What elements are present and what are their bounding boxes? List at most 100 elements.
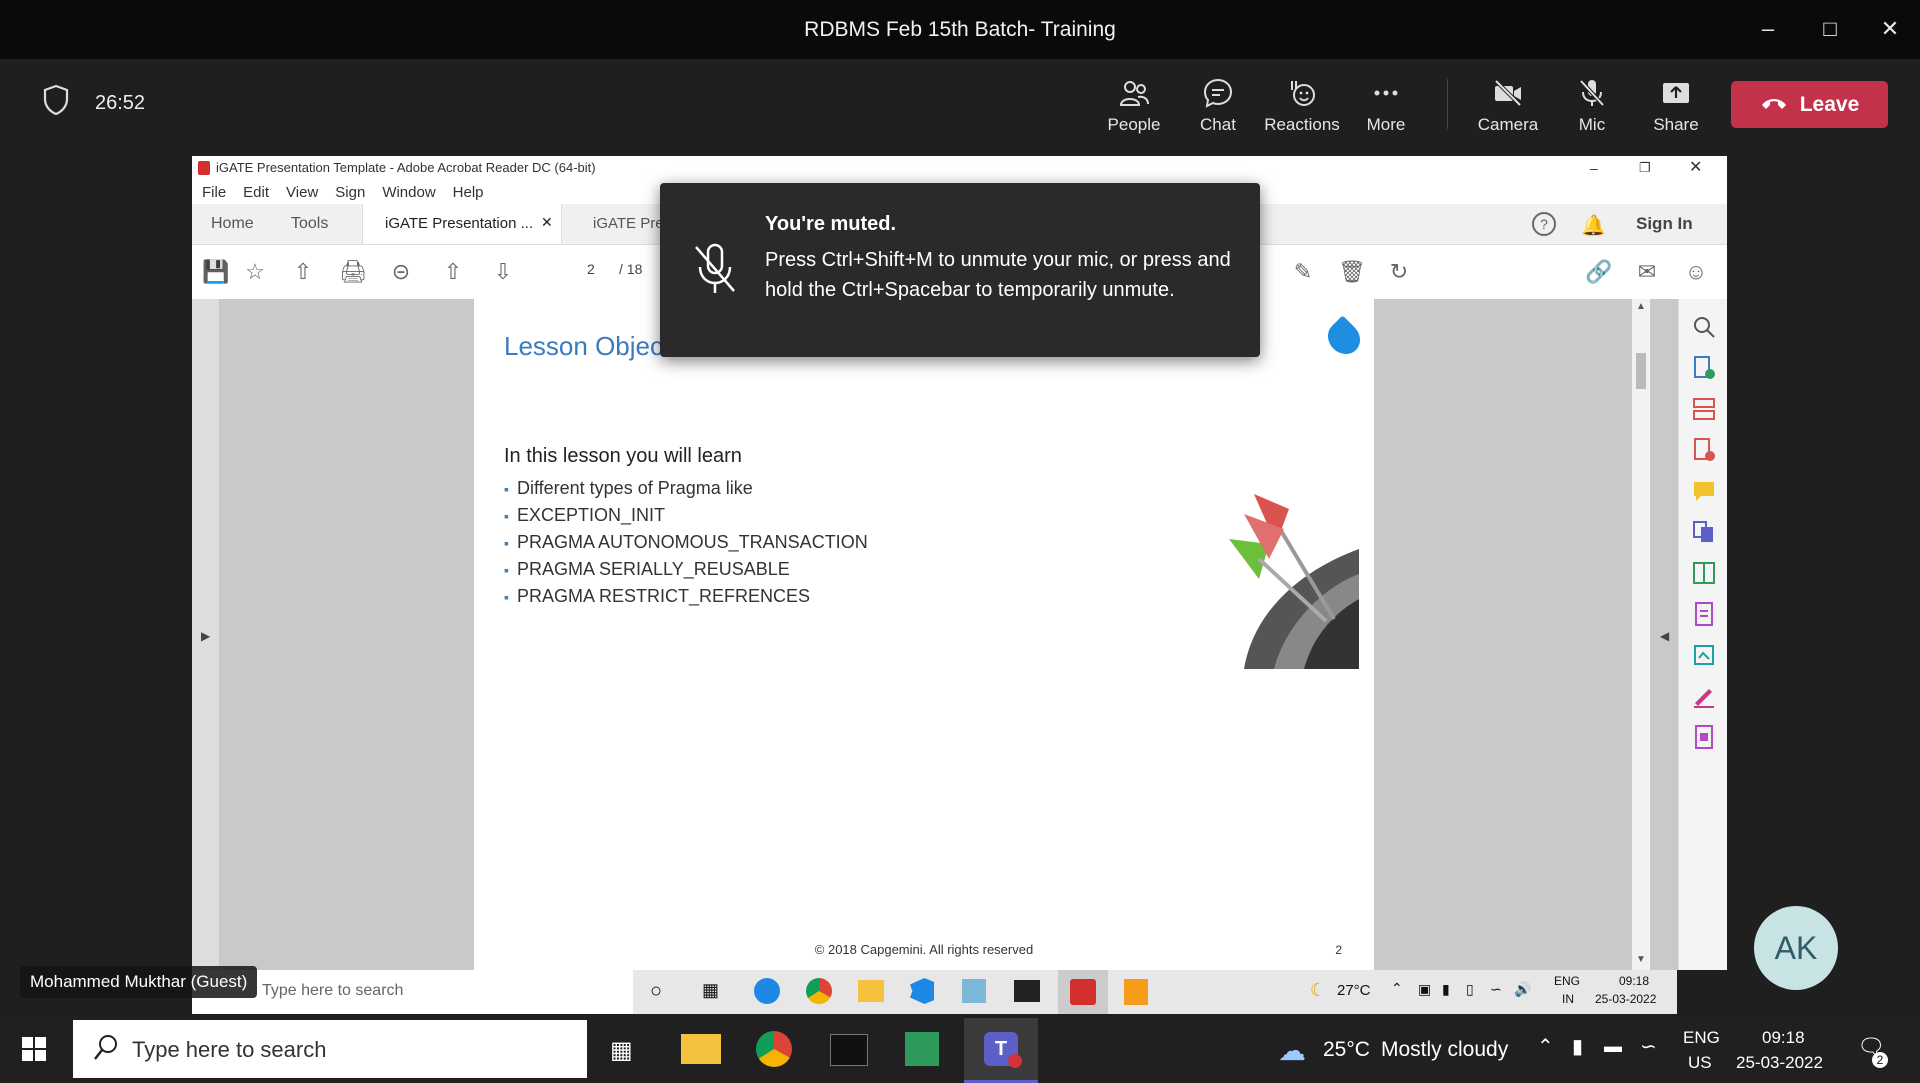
task-view-icon[interactable]: ▦ (610, 1036, 633, 1065)
tab-close-icon[interactable]: ✕ (541, 214, 553, 231)
sign-in-button[interactable]: Sign In (1636, 214, 1693, 234)
teams-taskbar-active[interactable]: T (964, 1018, 1038, 1083)
camera-button[interactable]: Camera (1468, 77, 1548, 135)
taskbar-lang-top[interactable]: ENG (1683, 1028, 1720, 1048)
compress-icon[interactable] (1691, 560, 1717, 586)
shared-mic-icon[interactable]: ▮ (1442, 981, 1450, 998)
chat-button[interactable]: Chat (1178, 77, 1258, 135)
shared-lang-top[interactable]: ENG (1554, 974, 1580, 988)
organize-pages-icon[interactable] (1691, 396, 1717, 422)
taskbar-lang-bottom[interactable]: US (1688, 1053, 1712, 1073)
print-icon[interactable]: 🖨 (339, 259, 367, 285)
taskbar-search-box[interactable]: Type here to search (73, 1020, 587, 1078)
menu-help[interactable]: Help (453, 184, 484, 201)
task-view-icon[interactable]: ▦ (702, 980, 719, 1001)
app-icon[interactable] (962, 979, 986, 1003)
avatar[interactable]: AK (1754, 906, 1838, 990)
taskbar-weather[interactable]: 25°C (1323, 1038, 1370, 1062)
notepad-plus-icon[interactable] (905, 1032, 939, 1066)
file-explorer-icon[interactable] (858, 980, 884, 1002)
file-explorer-icon[interactable] (681, 1034, 721, 1064)
upload-cloud-icon[interactable]: ⇧ (290, 259, 316, 285)
bell-icon[interactable]: 🔔 (1581, 213, 1606, 238)
search-icon[interactable] (1691, 314, 1717, 340)
minimize-button[interactable]: – (1744, 12, 1792, 46)
people-button[interactable]: People (1094, 77, 1174, 135)
delete-icon[interactable]: 🗑 (1338, 259, 1366, 285)
tab-document-active[interactable]: iGATE Presentation ... ✕ (362, 204, 562, 244)
acrobat-taskbar-active[interactable] (1058, 970, 1108, 1014)
maximize-button[interactable]: □ (1806, 12, 1854, 46)
acrobat-restore-button[interactable]: ❐ (1639, 156, 1651, 180)
scrollbar-thumb[interactable] (1636, 353, 1646, 389)
menu-file[interactable]: File (202, 184, 226, 201)
edit-pdf-icon[interactable]: ✎ (1290, 259, 1316, 285)
leave-button[interactable]: Leave (1731, 81, 1888, 128)
edge-icon[interactable] (754, 978, 780, 1004)
taskbar-weather-desc[interactable]: Mostly cloudy (1381, 1038, 1508, 1062)
tray-chevron-icon[interactable]: ⌃ (1537, 1034, 1554, 1059)
cortana-icon[interactable]: ○ (650, 980, 662, 1003)
shared-weather: 27°C (1337, 982, 1371, 999)
tray-mic-icon[interactable]: ▮ (1572, 1034, 1583, 1059)
shared-volume-icon[interactable]: 🔊 (1514, 981, 1531, 998)
tab-home[interactable]: Home (211, 215, 254, 233)
rotate-icon[interactable]: ↻ (1386, 259, 1412, 285)
mic-button[interactable]: Mic (1552, 77, 1632, 135)
vscode-icon[interactable] (910, 978, 934, 1004)
tray-wifi-icon[interactable]: ∽ (1640, 1034, 1657, 1059)
chat-label: Chat (1200, 115, 1236, 134)
save-icon[interactable]: 💾 (202, 259, 229, 285)
menu-edit[interactable]: Edit (243, 184, 269, 201)
zoom-out-icon[interactable]: ⊝ (388, 259, 414, 285)
create-pdf-icon[interactable] (1691, 437, 1717, 463)
prev-page-icon[interactable]: ⇧ (440, 259, 466, 285)
shared-meet-now-icon[interactable]: ▣ (1418, 981, 1431, 998)
comment-icon[interactable] (1691, 478, 1717, 504)
chrome-icon[interactable] (756, 1031, 792, 1067)
share-user-icon[interactable]: ☺ (1683, 259, 1709, 285)
shared-search-box[interactable]: Type here to search (192, 970, 633, 1014)
reactions-button[interactable]: Reactions (1262, 77, 1342, 135)
more-button[interactable]: More (1346, 77, 1426, 135)
shared-tray-chevron-icon[interactable]: ⌃ (1391, 980, 1403, 997)
shared-time[interactable]: 09:18 (1619, 974, 1649, 988)
export-pdf-icon[interactable] (1691, 355, 1717, 381)
scroll-up-icon[interactable]: ▲ (1636, 301, 1646, 312)
collapse-right-panel-icon[interactable]: ◀ (1660, 629, 1669, 643)
terminal-icon[interactable] (830, 1034, 868, 1066)
close-button[interactable]: ✕ (1866, 12, 1914, 46)
taskbar-date[interactable]: 25-03-2022 (1736, 1053, 1823, 1073)
terminal-icon[interactable] (1014, 980, 1040, 1002)
share-button[interactable]: Share (1636, 77, 1716, 135)
acrobat-minimize-button[interactable]: – (1590, 156, 1598, 180)
shared-lang-bottom[interactable]: IN (1562, 992, 1574, 1006)
combine-files-icon[interactable] (1691, 519, 1717, 545)
fill-sign-icon[interactable] (1691, 683, 1717, 709)
menu-view[interactable]: View (286, 184, 318, 201)
edit-document-icon[interactable] (1691, 601, 1717, 627)
more-tools-icon[interactable] (1691, 724, 1717, 750)
windows-start-icon[interactable] (22, 1037, 46, 1066)
email-icon[interactable]: ✉ (1634, 259, 1660, 285)
tab-tools[interactable]: Tools (291, 215, 328, 233)
shared-date[interactable]: 25-03-2022 (1595, 992, 1656, 1006)
chrome-icon[interactable] (806, 978, 832, 1004)
next-page-icon[interactable]: ⇩ (490, 259, 516, 285)
link-icon[interactable]: 🔗 (1585, 259, 1612, 285)
page-number-input[interactable]: 2 (587, 261, 595, 277)
shared-battery-icon[interactable]: ▯ (1466, 981, 1474, 998)
help-icon[interactable]: ? (1532, 212, 1556, 236)
menu-sign[interactable]: Sign (335, 184, 365, 201)
menu-window[interactable]: Window (382, 184, 435, 201)
vertical-scrollbar[interactable]: ▲ ▼ (1632, 299, 1650, 970)
acrobat-close-button[interactable]: ✕ (1689, 156, 1702, 180)
scroll-down-icon[interactable]: ▼ (1636, 954, 1646, 965)
taskbar-time[interactable]: 09:18 (1762, 1028, 1805, 1048)
bookmark-star-icon[interactable]: ☆ (242, 259, 268, 285)
shared-wifi-icon[interactable]: ∽ (1490, 981, 1502, 998)
scan-icon[interactable] (1691, 642, 1717, 668)
expand-left-panel-icon[interactable]: ▶ (201, 629, 210, 643)
tray-battery-icon[interactable]: ▬ (1604, 1036, 1622, 1057)
sublime-icon[interactable] (1124, 979, 1148, 1005)
